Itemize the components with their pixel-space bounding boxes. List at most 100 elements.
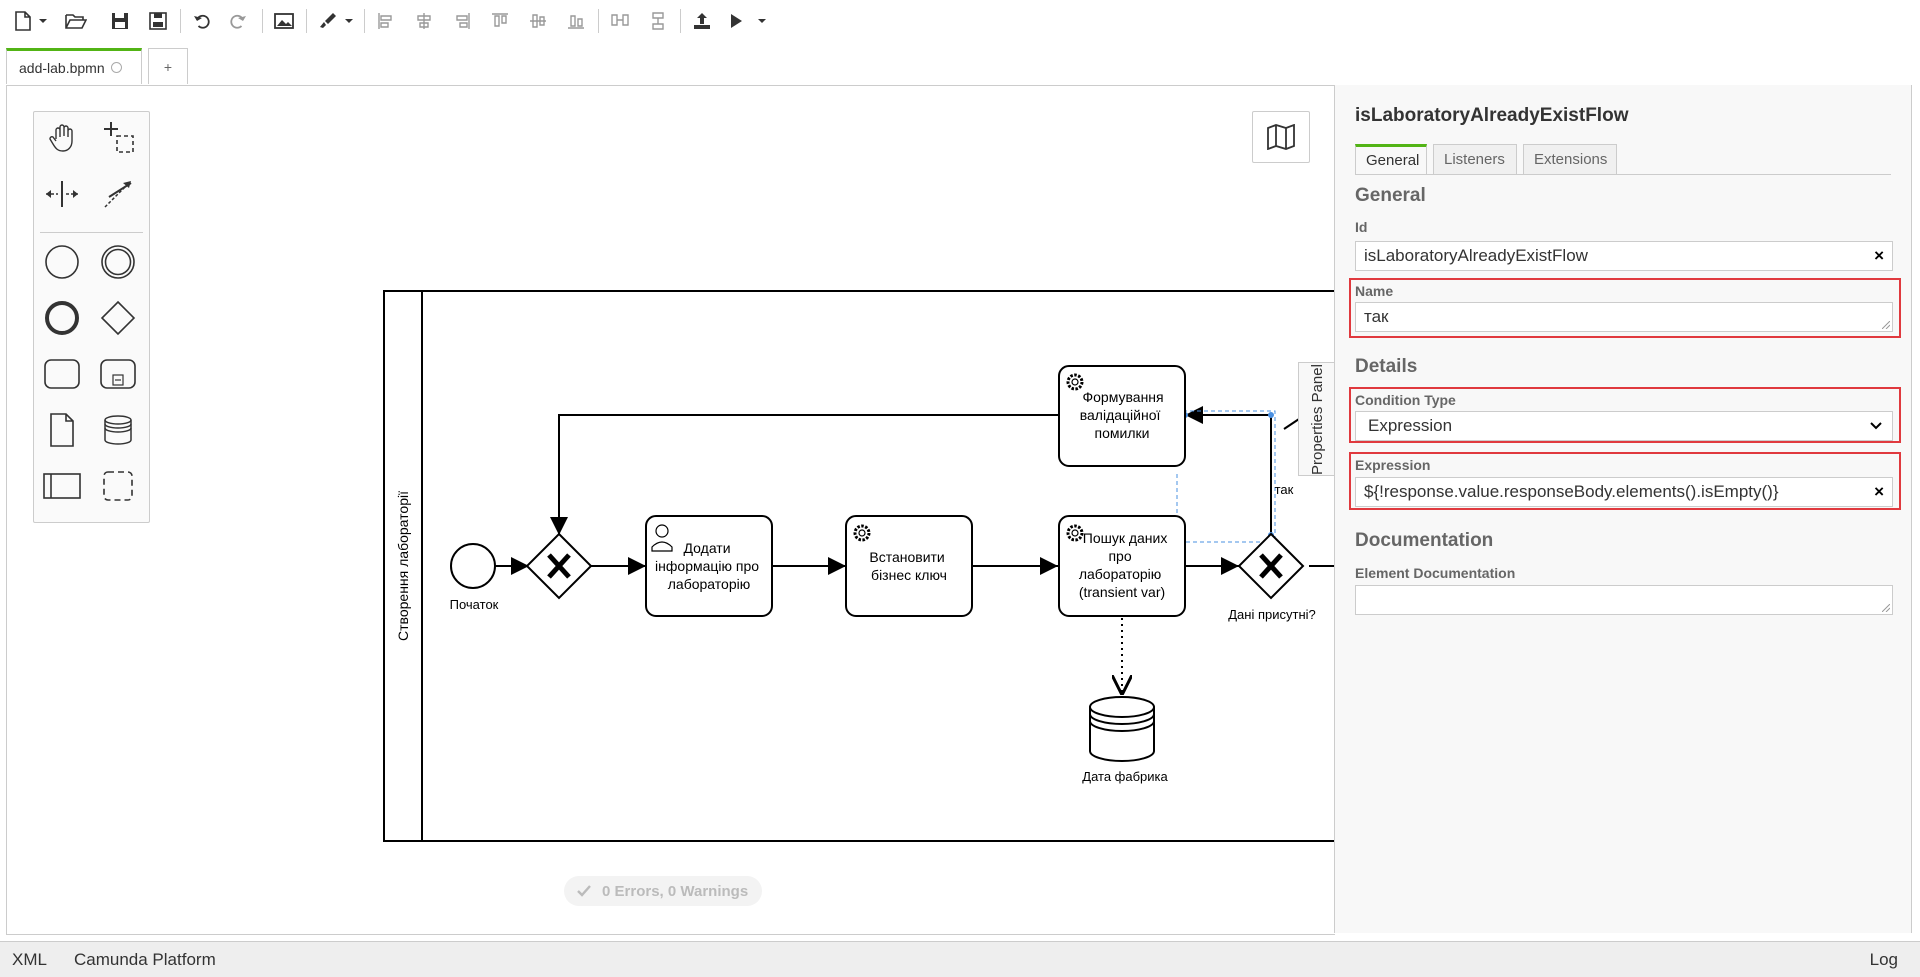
tab-extensions-label: Extensions <box>1534 151 1608 168</box>
align-top-button[interactable] <box>488 8 512 34</box>
highlight-name <box>1349 278 1901 338</box>
id-input[interactable]: isLaboratoryAlreadyExistFlow × <box>1355 241 1893 271</box>
save-as-button[interactable] <box>146 8 170 34</box>
element-documentation-input[interactable] <box>1355 585 1893 615</box>
data-object-icon <box>50 413 74 447</box>
data-store-label: Дата фабрика <box>1082 769 1168 784</box>
export-image-button[interactable] <box>272 8 296 34</box>
play-icon <box>731 14 766 28</box>
align-left-button[interactable] <box>374 8 398 34</box>
align-right-button[interactable] <box>450 8 474 34</box>
properties-panel: isLaboratoryAlreadyExistFlow General Lis… <box>1334 85 1912 933</box>
lasso-icon <box>104 122 134 153</box>
element-title: isLaboratoryAlreadyExistFlow <box>1355 105 1629 126</box>
task-line: про <box>1108 548 1131 564</box>
xml-button[interactable]: XML <box>12 950 47 970</box>
redo-button[interactable] <box>226 8 250 34</box>
highlight-expression <box>1349 452 1901 510</box>
properties-panel-toggle[interactable]: Properties Panel <box>1298 362 1335 476</box>
global-connect-tool[interactable] <box>98 174 138 214</box>
create-subprocess[interactable] <box>98 354 138 394</box>
create-intermediate-event[interactable] <box>98 242 138 282</box>
task-line: помилки <box>1095 425 1150 441</box>
create-data-store[interactable] <box>98 410 138 450</box>
connect-icon <box>104 181 132 208</box>
minimap-toggle-button[interactable] <box>1252 111 1310 163</box>
distribute-horizontal-button[interactable] <box>608 8 632 34</box>
save-button[interactable] <box>108 8 132 34</box>
linting-status[interactable]: 0 Errors, 0 Warnings <box>564 876 763 906</box>
space-tool[interactable] <box>42 174 82 214</box>
tab-underline <box>1355 174 1891 175</box>
diagram-canvas[interactable]: Створення лабораторії Початок так Дані п… <box>6 85 1335 935</box>
end-event-icon <box>45 301 79 335</box>
task-line: Формування <box>1083 389 1164 405</box>
flow-waypoint <box>1268 412 1274 418</box>
save-as-icon <box>149 12 167 30</box>
execution-platform-button[interactable]: Camunda Platform <box>74 950 216 970</box>
start-instance-button[interactable] <box>726 8 770 34</box>
task-line: Встановити <box>869 549 944 565</box>
align-center-button[interactable] <box>412 8 436 34</box>
align-right-icon <box>456 13 470 29</box>
new-file-button[interactable] <box>12 8 48 34</box>
align-middle-icon <box>530 14 546 28</box>
align-center-icon <box>417 13 431 29</box>
hand-tool[interactable] <box>42 118 82 158</box>
deploy-icon <box>694 13 710 29</box>
data-store[interactable] <box>1089 696 1155 762</box>
open-file-button[interactable] <box>64 8 88 34</box>
toolbar <box>0 0 1920 42</box>
flow-top-out <box>1283 418 1300 430</box>
tab-add-lab-bpmn[interactable]: add-lab.bpmn <box>6 48 142 84</box>
task-line: Пошук даних <box>1083 530 1168 546</box>
undo-button[interactable] <box>190 8 214 34</box>
tab-listeners[interactable]: Listeners <box>1433 144 1517 174</box>
add-tab-label: + <box>163 58 173 75</box>
exclusive-gateway-merge[interactable] <box>525 532 593 600</box>
color-picker-button[interactable] <box>316 8 354 34</box>
log-button[interactable]: Log <box>1870 950 1898 970</box>
gateway-label: Дані присутні? <box>1228 607 1316 622</box>
clear-id-icon[interactable]: × <box>1874 246 1884 266</box>
create-task[interactable] <box>42 354 82 394</box>
palette-separator <box>40 232 143 233</box>
create-gateway[interactable] <box>98 298 138 338</box>
highlight-condition-type <box>1349 387 1901 443</box>
start-event[interactable] <box>450 543 496 589</box>
start-event-label: Початок <box>450 597 499 612</box>
create-pool[interactable] <box>42 466 82 506</box>
exclusive-gateway-data-present[interactable] <box>1237 532 1305 600</box>
new-file-icon <box>15 11 47 31</box>
general-group-title: General <box>1355 185 1426 206</box>
create-start-event[interactable] <box>42 242 82 282</box>
align-bottom-button[interactable] <box>564 8 588 34</box>
id-label: Id <box>1355 219 1368 235</box>
lasso-tool[interactable] <box>98 118 138 158</box>
tab-listeners-label: Listeners <box>1444 151 1505 168</box>
align-top-icon <box>492 13 508 27</box>
add-tab-button[interactable]: + <box>148 48 188 84</box>
align-middle-button[interactable] <box>526 8 550 34</box>
deploy-button[interactable] <box>690 8 714 34</box>
service-task-business-key[interactable] <box>845 515 973 617</box>
status-bar: XML Camunda Platform Log <box>0 941 1920 977</box>
create-group[interactable] <box>98 466 138 506</box>
task-line: валідаційної <box>1080 407 1161 423</box>
create-data-object[interactable] <box>42 410 82 450</box>
create-end-event[interactable] <box>42 298 82 338</box>
element-documentation-label: Element Documentation <box>1355 565 1516 581</box>
selected-flow-outline <box>1176 410 1276 543</box>
undo-icon <box>194 14 210 29</box>
tab-general[interactable]: General <box>1355 144 1427 174</box>
distribute-vertical-button[interactable] <box>646 8 670 34</box>
tab-extensions[interactable]: Extensions <box>1523 144 1617 174</box>
start-event-icon <box>45 245 79 279</box>
task-line: бізнес ключ <box>871 567 947 583</box>
tab-label: add-lab.bpmn <box>19 59 105 76</box>
documentation-group-title: Documentation <box>1355 530 1494 551</box>
distribute-horizontal-icon <box>611 14 629 26</box>
align-left-icon <box>378 13 392 29</box>
details-group-title: Details <box>1355 356 1418 377</box>
map-icon <box>1267 124 1295 150</box>
